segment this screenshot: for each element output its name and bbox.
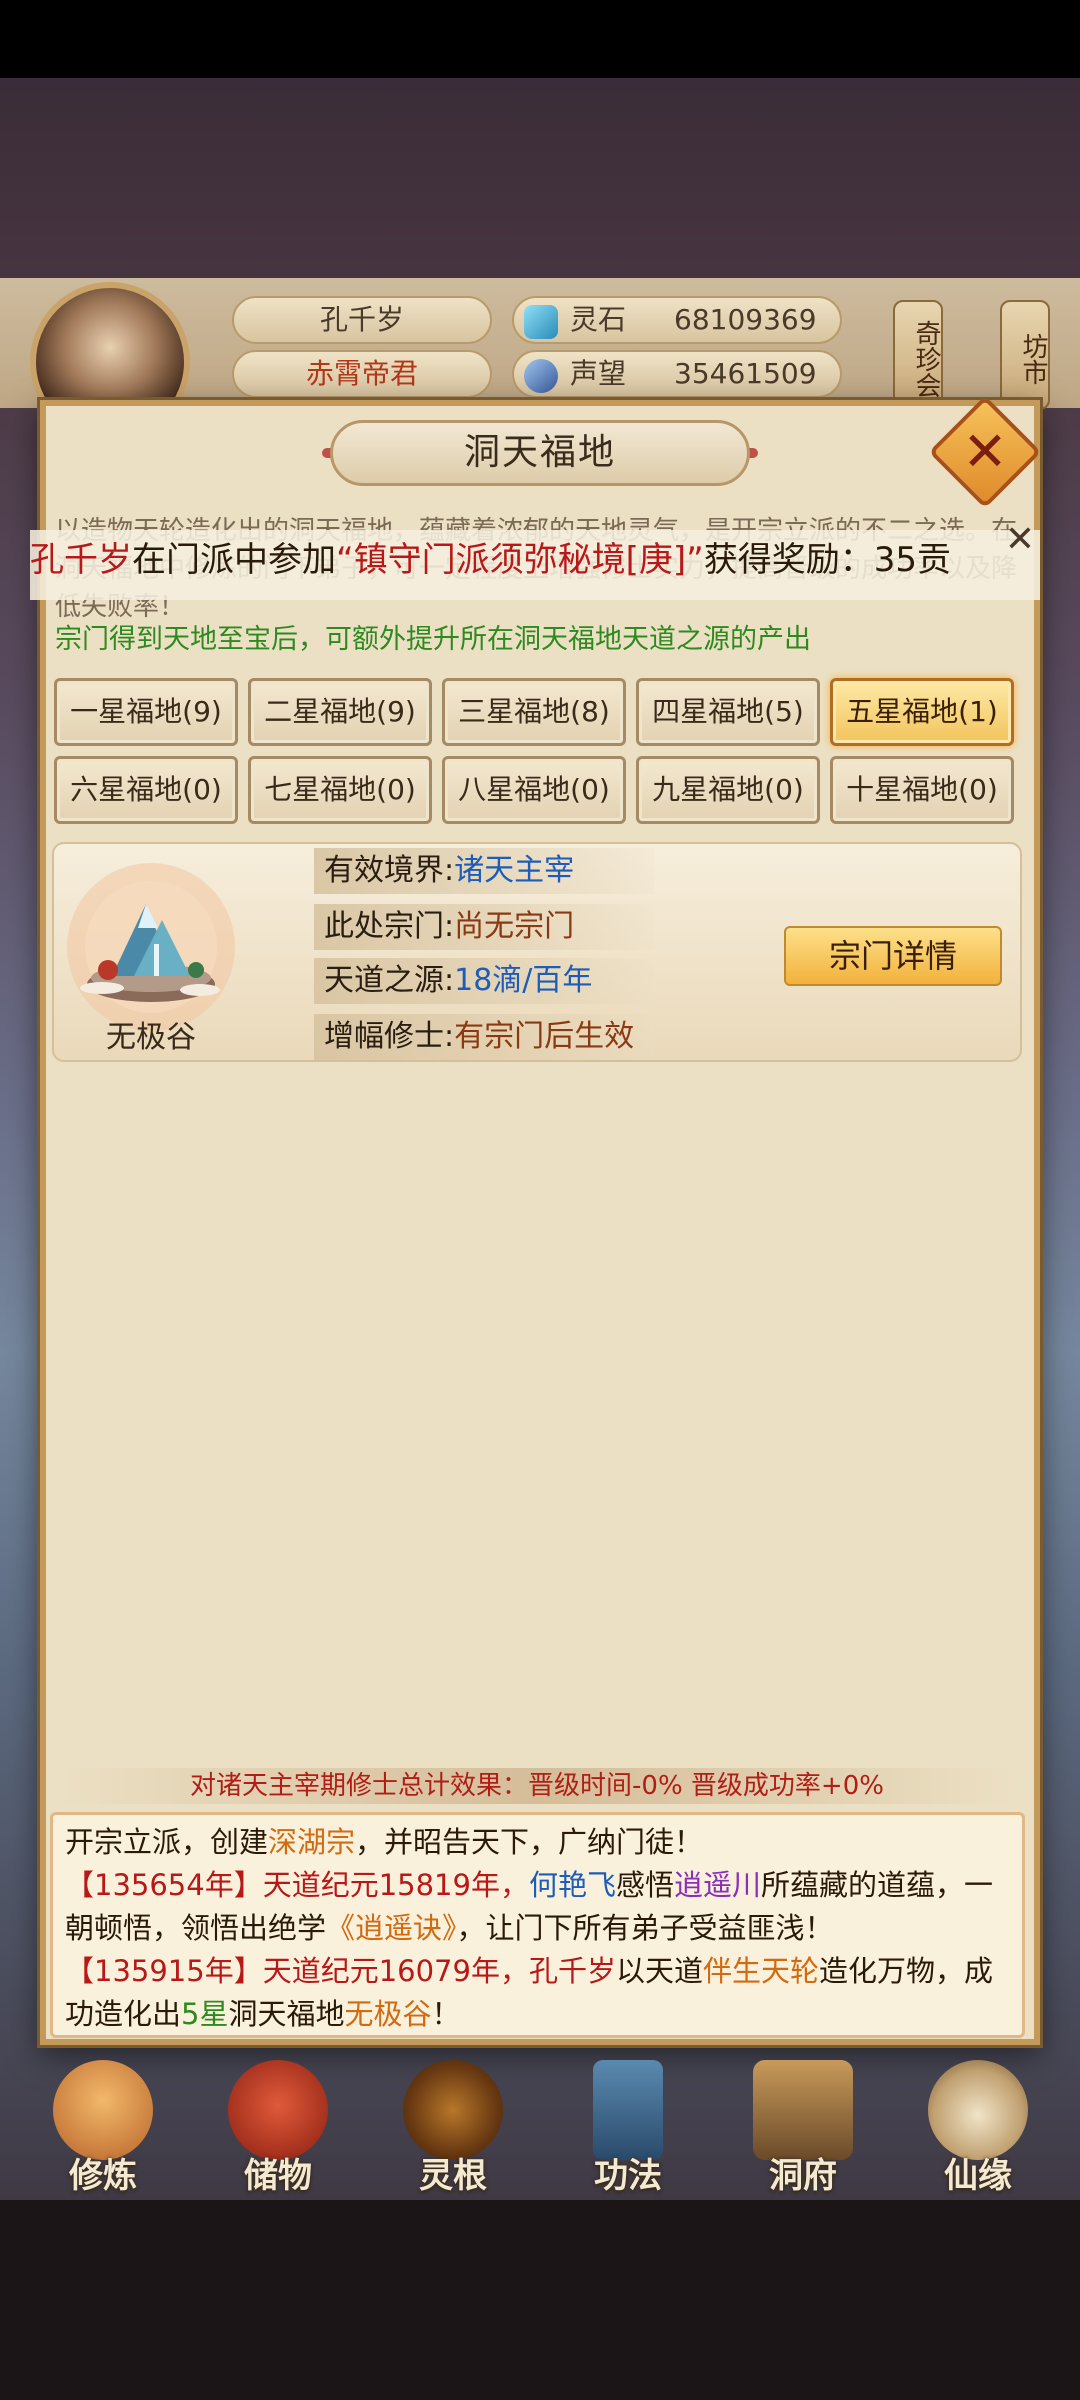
nav-label: 储物 <box>244 2156 312 2196</box>
nav-skills[interactable]: 功法 <box>553 2060 703 2210</box>
nav-spirit-root[interactable]: 灵根 <box>378 2060 528 2210</box>
nav-cave-abode[interactable]: 洞府 <box>728 2060 878 2210</box>
resource-value: 35461509 <box>674 357 817 390</box>
nav-label: 灵根 <box>419 2156 487 2196</box>
log-entry: 【135915年】天道纪元16079年，孔千岁以天道伴生天轮造化万物，成功造化出… <box>65 1954 994 2031</box>
info-key: 此处宗门: <box>324 909 455 944</box>
ticker-text: 在门派中参加 <box>132 540 336 580</box>
sect-event-log: 开宗立派，创建深湖宗，并昭告天下，广纳门徒！ 【135654年】天道纪元1581… <box>50 1812 1025 2038</box>
sect-detail-button[interactable]: 宗门详情 <box>784 926 1002 986</box>
player-name: 孔千岁 <box>232 296 492 344</box>
spirit-stone-icon <box>524 305 558 339</box>
navigation-area <box>0 2200 1080 2400</box>
prestige-icon <box>524 359 558 393</box>
resource-label: 声望 <box>570 357 627 390</box>
tab-eight-star[interactable]: 八星福地(0) <box>442 756 626 824</box>
info-row-source: 天道之源:18滴/百年 <box>314 958 654 1004</box>
tab-three-star[interactable]: 三星福地(8) <box>442 678 626 746</box>
tab-one-star[interactable]: 一星福地(9) <box>54 678 238 746</box>
side-tag-treasure-fair[interactable]: 奇珍会 <box>893 300 943 410</box>
monk-icon <box>53 2060 153 2160</box>
nav-label: 修炼 <box>69 2156 137 2196</box>
nav-label: 功法 <box>594 2156 662 2196</box>
log-entry: 开宗立派，创建深湖宗，并昭告天下，广纳门徒！ <box>65 1825 704 1859</box>
status-bar <box>0 0 1080 78</box>
nav-label: 仙缘 <box>944 2156 1012 2196</box>
nav-storage[interactable]: 储物 <box>203 2060 353 2210</box>
nav-fortune[interactable]: 仙缘 <box>903 2060 1053 2210</box>
nav-label: 洞府 <box>769 2156 837 2196</box>
tab-four-star[interactable]: 四星福地(5) <box>636 678 820 746</box>
treasure-bag-icon <box>228 2060 328 2160</box>
floating-island-icon[interactable] <box>62 858 240 1036</box>
ticker-event: “镇守门派须弥秘境[庚]” <box>336 540 704 580</box>
side-tag-market[interactable]: 坊市 <box>1000 300 1050 410</box>
info-value: 尚无宗门 <box>454 909 575 944</box>
close-icon[interactable]: ✕ <box>945 412 1025 492</box>
player-title: 赤霄帝君 <box>232 350 492 398</box>
ticker-close-icon[interactable]: ✕ <box>1000 520 1040 560</box>
spirit-root-icon <box>403 2060 503 2160</box>
info-key: 有效境界: <box>324 853 455 888</box>
resource-label: 灵石 <box>570 303 627 336</box>
info-value: 诸天主宰 <box>454 853 575 888</box>
fudi-name: 无极谷 <box>106 1020 196 1055</box>
info-value: 有宗门后生效 <box>454 1019 635 1054</box>
info-row-sect: 此处宗门:尚无宗门 <box>314 904 654 950</box>
dialog-title: 洞天福地 <box>330 420 750 486</box>
tab-ten-star[interactable]: 十星福地(0) <box>830 756 1014 824</box>
info-row-boost: 增幅修士:有宗门后生效 <box>314 1014 654 1060</box>
tab-seven-star[interactable]: 七星福地(0) <box>248 756 432 824</box>
scripture-book-icon <box>593 2060 663 2160</box>
ticker-reward: 获得奖励：35贡 <box>703 540 952 580</box>
cave-abode-icon <box>753 2060 853 2160</box>
tab-five-star[interactable]: 五星福地(1) <box>830 678 1014 746</box>
log-entry: 【135654年】天道纪元15819年，何艳飞感悟逍遥川所蕴藏的道蕴，一朝顿悟，… <box>65 1868 994 1945</box>
info-key: 天道之源: <box>324 963 455 998</box>
tab-nine-star[interactable]: 九星福地(0) <box>636 756 820 824</box>
info-key: 增幅修士: <box>324 1019 455 1054</box>
broadcast-ticker: 孔千岁在门派中参加“镇守门派须弥秘境[庚]”获得奖励：35贡 <box>30 530 1040 600</box>
tab-two-star[interactable]: 二星福地(9) <box>248 678 432 746</box>
ticker-player-name: 孔千岁 <box>30 540 132 580</box>
resource-value: 68109369 <box>674 303 817 336</box>
nav-cultivate[interactable]: 修炼 <box>28 2060 178 2210</box>
total-effect-text: 对诸天主宰期修士总计效果：晋级时间-0% 晋级成功率+0% <box>52 1768 1022 1804</box>
resource-spirit-stone: 灵石 68109369 <box>512 296 842 344</box>
info-value: 18滴/百年 <box>454 963 593 998</box>
sect-hint: 宗门得到天地至宝后，可额外提升所在洞天福地天道之源的产出 <box>55 624 811 655</box>
tab-six-star[interactable]: 六星福地(0) <box>54 756 238 824</box>
gourd-icon <box>928 2060 1028 2160</box>
resource-prestige: 声望 35461509 <box>512 350 842 398</box>
info-row-realm: 有效境界:诸天主宰 <box>314 848 654 894</box>
